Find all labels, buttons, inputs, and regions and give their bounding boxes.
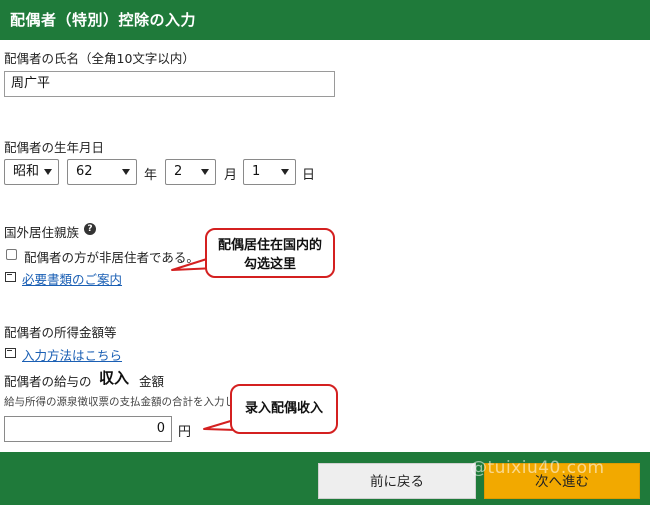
watermark: @tuixiu40.com <box>470 458 605 478</box>
era-value: 昭和 <box>13 164 40 179</box>
chevron-down-icon <box>122 169 130 175</box>
birthdate-label: 配偶者の生年月日 <box>4 140 105 155</box>
chevron-down-icon <box>44 169 52 175</box>
era-select[interactable]: 昭和 <box>4 159 59 185</box>
callout-income-text: 录入配偶收入 <box>244 401 323 416</box>
year-unit: 年 <box>144 168 158 183</box>
salary-emphasis: 収入 <box>99 369 130 387</box>
callout-overseas-line1: 配偶居住在国内的 <box>217 238 322 253</box>
document-icon <box>5 348 16 358</box>
chevron-down-icon <box>201 169 209 175</box>
income-section-label: 配偶者の所得金額等 <box>4 325 117 340</box>
day-value: 1 <box>252 164 261 179</box>
salary-amount-input[interactable]: 0 <box>4 416 172 442</box>
year-value: 62 <box>76 164 93 179</box>
spouse-name-input[interactable]: 周广平 <box>4 71 335 97</box>
page-header: 配偶者（特別）控除の入力 <box>0 0 650 40</box>
salary-prefix: 配偶者の給与の <box>4 374 92 389</box>
spouse-name-label: 配偶者の氏名（全角10文字以内） <box>4 51 195 66</box>
year-select[interactable]: 62 <box>67 159 137 185</box>
amount-unit: 円 <box>178 425 192 440</box>
chevron-down-icon <box>281 169 289 175</box>
document-icon <box>5 272 16 282</box>
month-value: 2 <box>174 164 183 179</box>
month-unit: 月 <box>224 168 238 183</box>
salary-note: 給与所得の源泉徴収票の支払金額の合計を入力し <box>4 396 235 408</box>
salary-suffix: 金額 <box>139 374 165 389</box>
callout-overseas: 配偶居住在国内的 勾选这里 <box>205 228 335 278</box>
required-documents-link[interactable]: 必要書類のご案内 <box>22 269 122 288</box>
page-title: 配偶者（特別）控除の入力 <box>10 11 197 29</box>
day-unit: 日 <box>302 168 316 183</box>
month-select[interactable]: 2 <box>165 159 216 185</box>
callout-overseas-line2: 勾选这里 <box>243 257 296 272</box>
help-icon[interactable]: ? <box>84 223 96 235</box>
callout-income: 录入配偶收入 <box>230 384 338 434</box>
input-method-link[interactable]: 入力方法はこちら <box>22 345 122 364</box>
back-button[interactable]: 前に戻る <box>318 463 476 499</box>
day-select[interactable]: 1 <box>243 159 296 185</box>
overseas-label: 国外居住親族 <box>4 225 80 240</box>
nonresident-checkbox[interactable] <box>6 249 17 260</box>
nonresident-checkbox-label[interactable]: 配偶者の方が非居住者である。 <box>24 247 199 266</box>
